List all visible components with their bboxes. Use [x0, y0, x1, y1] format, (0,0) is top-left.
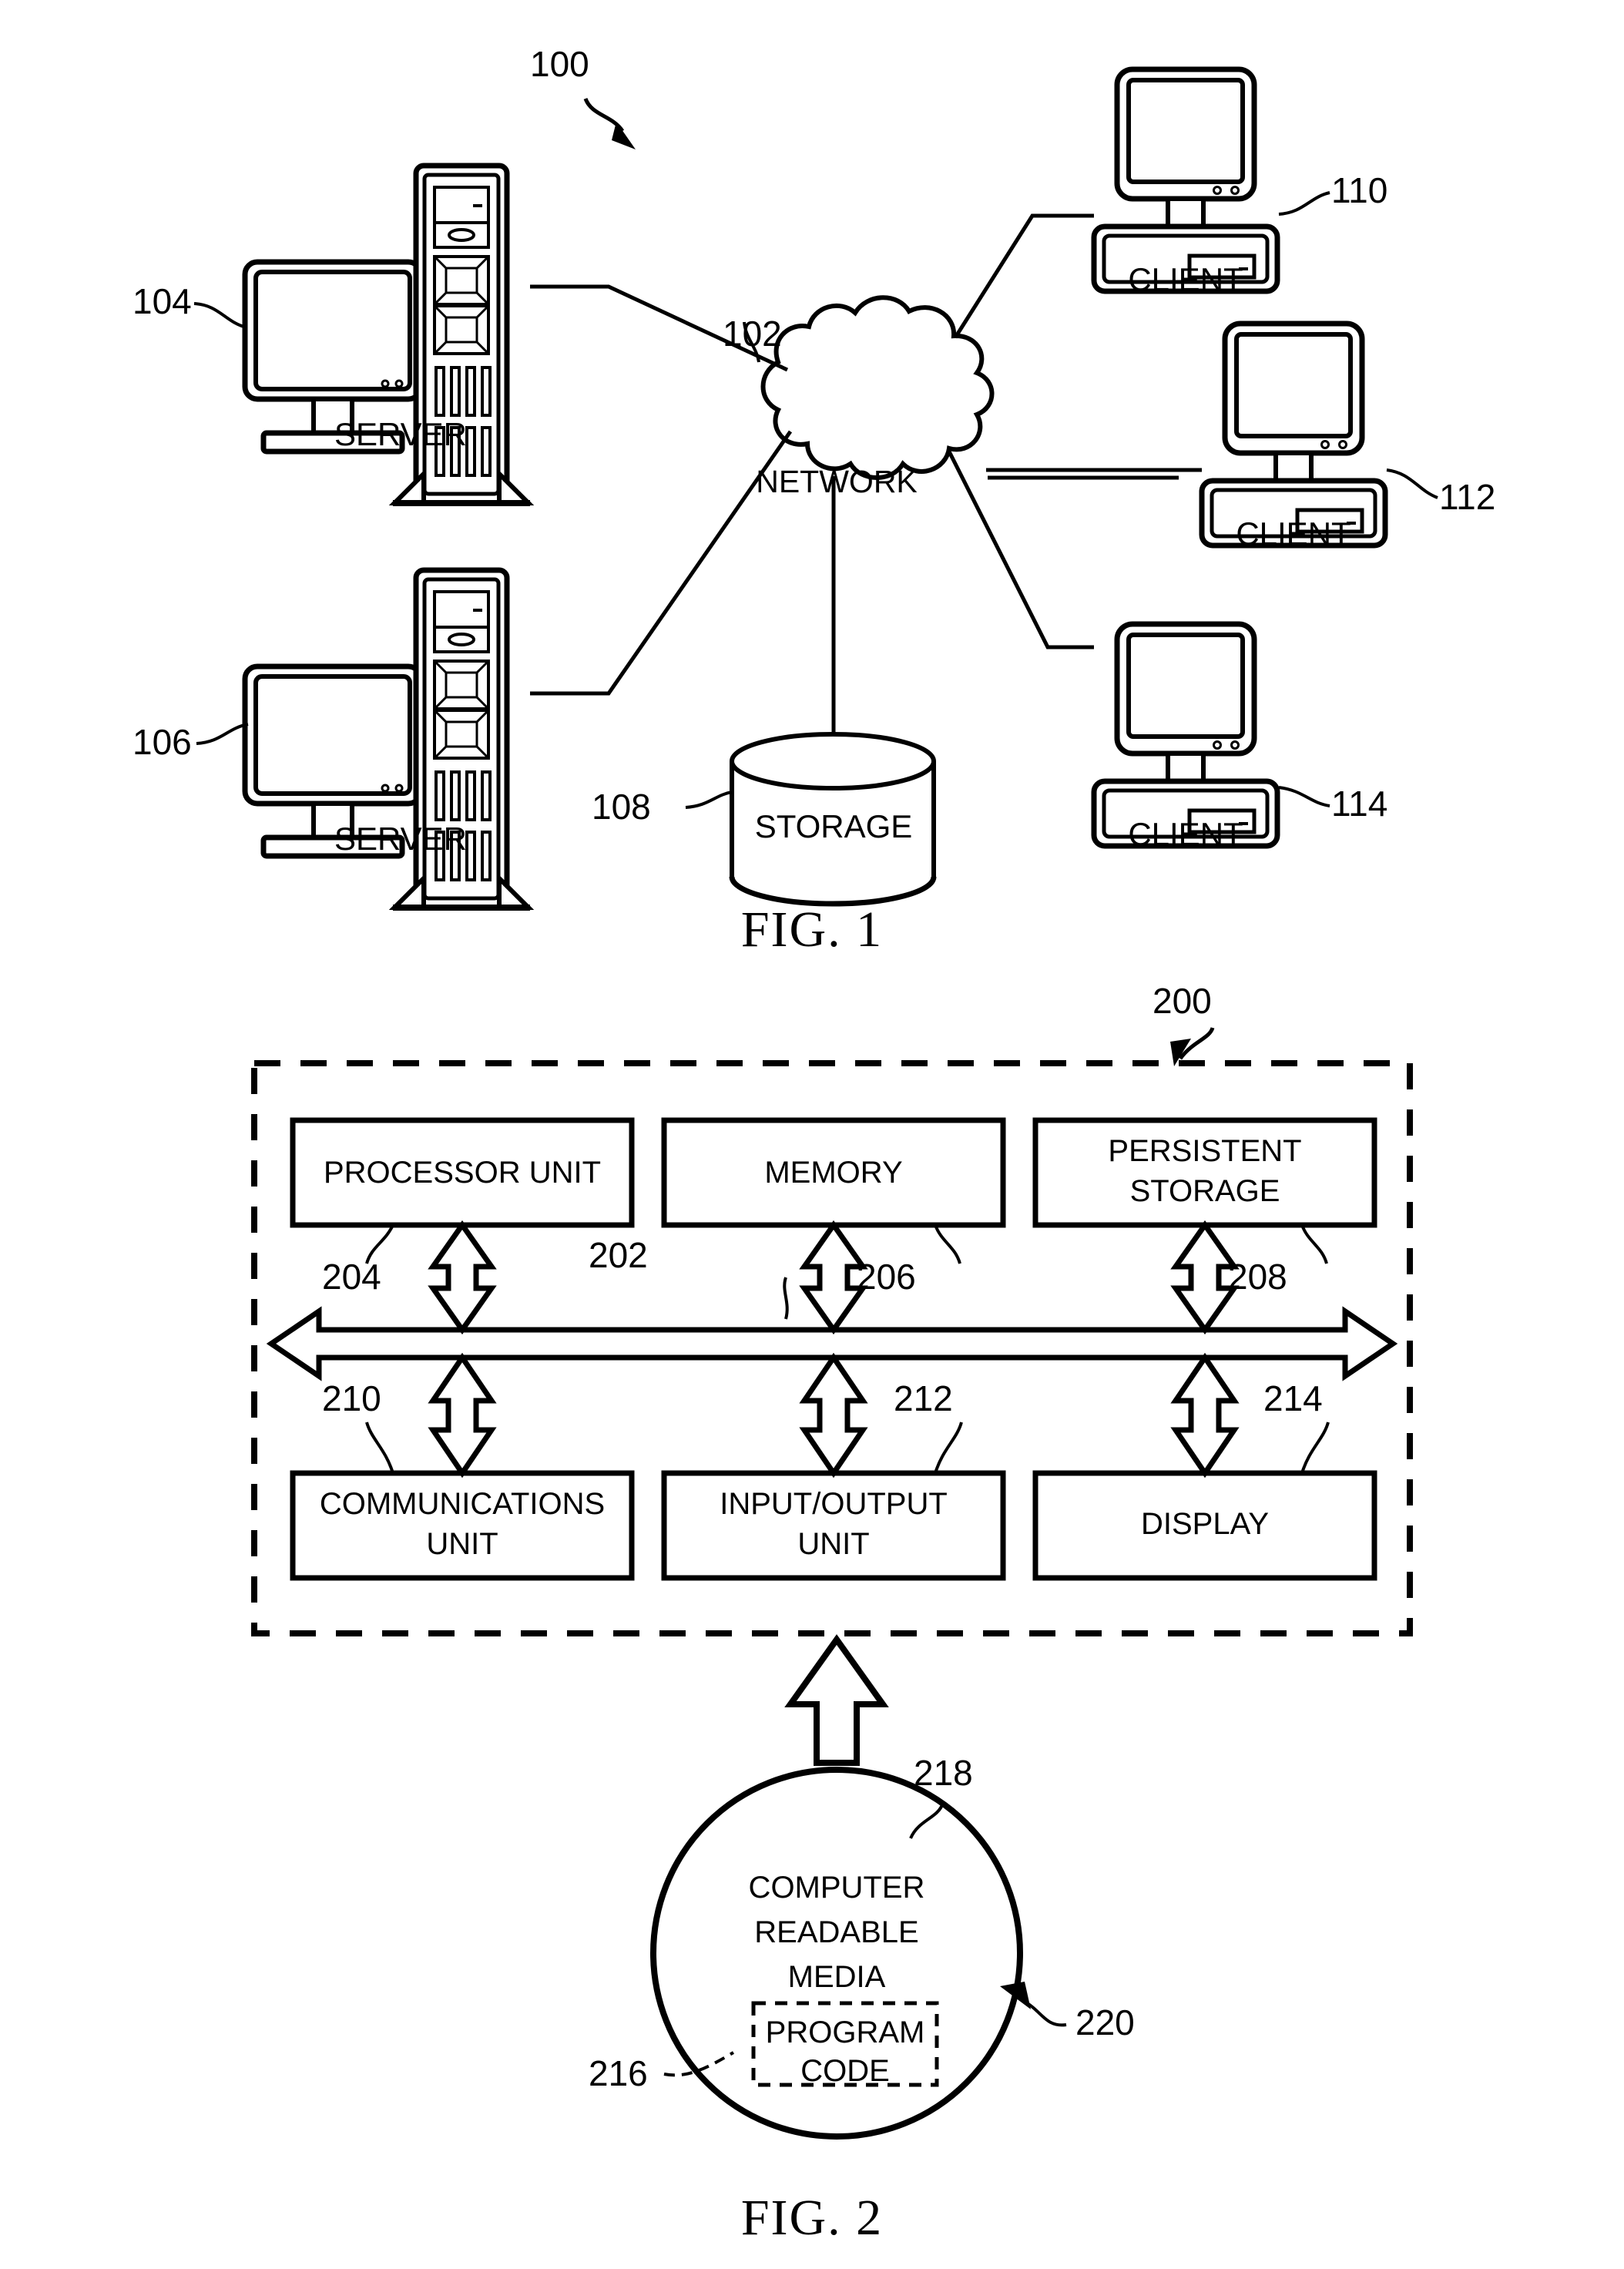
ref-label-220: 220: [1075, 2002, 1135, 2042]
ref-212-leader: [934, 1421, 963, 1474]
ref-label-112: 112: [1439, 477, 1496, 517]
ref-label-108: 108: [592, 787, 651, 827]
io-unit-label-line1: INPUT/OUTPUT: [720, 1487, 948, 1521]
server-104: [245, 166, 530, 503]
persistent-storage-label-line1: PERSISTENT: [1108, 1134, 1302, 1168]
bus-connector-input-output-unit: [799, 1352, 868, 1479]
bus-connector-processor: [428, 1220, 497, 1335]
crm-label-line1: COMPUTER: [748, 1871, 925, 1905]
display-label: DISPLAY: [1141, 1507, 1269, 1541]
network-cloud: [760, 295, 995, 480]
communications-unit-label-line2: UNIT: [426, 1527, 498, 1561]
ref-label-218: 218: [914, 1753, 973, 1793]
client-110: [1094, 69, 1277, 291]
crm-label-line3: MEDIA: [787, 1960, 886, 1994]
crm-label-line2: READABLE: [754, 1915, 919, 1949]
client-112-label: CLIENT: [1236, 515, 1351, 552]
ref-label-214: 214: [1263, 1378, 1323, 1418]
ref-208-leader: [1300, 1224, 1328, 1264]
ref-108-leader: [685, 790, 733, 809]
program-code-label-line1: PROGRAM: [765, 2016, 925, 2049]
fig1-caption: FIG. 1: [740, 901, 884, 958]
bus-connector-display: [1170, 1352, 1240, 1479]
ref-label-100: 100: [530, 44, 589, 84]
fig2-caption: FIG. 2: [740, 2190, 884, 2246]
ref-106-leader: [196, 723, 249, 745]
persistent-storage-label-line2: STORAGE: [1129, 1174, 1280, 1208]
ref-label-200: 200: [1153, 981, 1212, 1021]
communications-unit-label-line1: COMMUNICATIONS: [319, 1487, 606, 1521]
processor-unit-label: PROCESSOR UNIT: [323, 1156, 602, 1190]
client-114-label: CLIENT: [1128, 816, 1243, 852]
patent-figure-sheet: 100 104 SERVER 106 SERVER 102 NETWORK 11…: [0, 0, 1624, 2269]
ref-label-104: 104: [133, 281, 192, 321]
ref-label-216: 216: [589, 2053, 648, 2093]
ref-label-204: 204: [322, 1257, 381, 1297]
network-label: NETWORK: [756, 464, 918, 499]
ref-label-210: 210: [322, 1378, 381, 1418]
ref-114-leader: [1278, 786, 1330, 807]
ref-label-206: 206: [857, 1257, 916, 1297]
ref-112-leader: [1386, 468, 1438, 499]
ref-label-106: 106: [133, 722, 192, 762]
ref-label-212: 212: [894, 1378, 953, 1418]
bus-connector-persistent-storage: [1170, 1220, 1240, 1335]
ref-label-208: 208: [1228, 1257, 1287, 1297]
ref-110-leader: [1278, 191, 1330, 216]
ref-label-202: 202: [589, 1235, 648, 1275]
ref-label-110: 110: [1331, 170, 1388, 210]
server-106-label: SERVER: [334, 821, 467, 857]
bus-connector-communications-unit: [428, 1352, 497, 1479]
ref-210-leader: [365, 1421, 394, 1474]
media-load-arrow: [784, 1634, 889, 1766]
memory-label: MEMORY: [764, 1156, 903, 1190]
bus-connector-memory: [799, 1220, 868, 1335]
server-106: [245, 570, 530, 908]
ref-104-leader: [193, 302, 247, 329]
ref-214-leader: [1300, 1421, 1330, 1474]
program-code-label-line2: CODE: [800, 2054, 890, 2088]
ref-label-102: 102: [723, 314, 782, 354]
ref-label-114: 114: [1331, 784, 1388, 824]
ref-206-leader: [934, 1224, 961, 1264]
server-104-label: SERVER: [334, 416, 467, 452]
ref-100-leader: [583, 97, 636, 149]
client-112: [1202, 324, 1385, 545]
ref-202-leader: [783, 1277, 789, 1320]
io-unit-label-line2: UNIT: [797, 1527, 870, 1561]
client-110-label: CLIENT: [1128, 261, 1243, 297]
storage-label: STORAGE: [754, 808, 913, 844]
client-114: [1094, 624, 1277, 846]
